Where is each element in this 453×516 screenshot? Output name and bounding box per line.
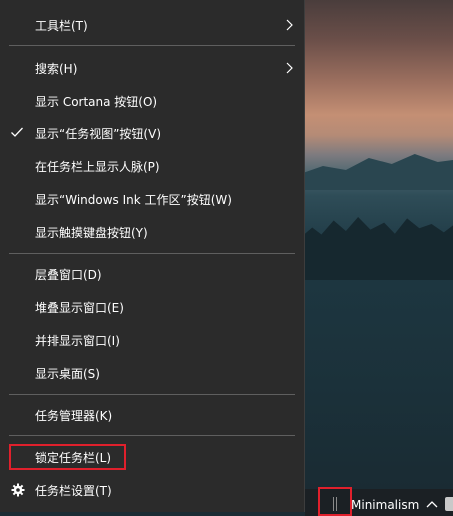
menu-item-show-windows-ink[interactable]: 显示“Windows Ink 工作区”按钮(W) <box>0 183 305 215</box>
menu-item-taskbar-settings[interactable]: 任务栏设置(T) <box>0 474 305 506</box>
wallpaper-lake <box>300 280 453 490</box>
menu-separator <box>9 394 295 395</box>
lock-taskbar-highlight-box <box>9 444 126 470</box>
taskbar-toolbar-label[interactable]: Minimalism <box>351 498 419 512</box>
checkmark-icon <box>11 127 23 137</box>
taskbar-context-menu: 工具栏(T) 搜索(H) 显示 Cortana 按钮(O) 显示“任务视图”按钮… <box>0 0 305 512</box>
taskbar-grip-highlight-box <box>318 487 352 516</box>
menu-item-search[interactable]: 搜索(H) <box>0 52 305 84</box>
menu-item-label: 显示“任务视图”按钮(V) <box>35 126 162 141</box>
menu-item-show-task-view[interactable]: 显示“任务视图”按钮(V) <box>0 117 305 149</box>
menu-item-toolbars[interactable]: 工具栏(T) <box>0 9 305 41</box>
menu-item-show-people[interactable]: 在任务栏上显示人脉(P) <box>0 150 305 182</box>
menu-item-label: 层叠窗口(D) <box>35 267 102 282</box>
chevron-up-icon[interactable] <box>426 500 438 508</box>
gear-icon <box>11 483 25 497</box>
menu-item-cascade-windows[interactable]: 层叠窗口(D) <box>0 258 305 290</box>
tray-icon[interactable] <box>445 497 453 511</box>
menu-item-show-touch-keyboard[interactable]: 显示触摸键盘按钮(Y) <box>0 216 305 248</box>
menu-item-label: 在任务栏上显示人脉(P) <box>35 159 160 174</box>
menu-separator <box>9 253 295 254</box>
menu-item-label: 显示桌面(S) <box>35 366 100 381</box>
menu-separator <box>9 45 295 46</box>
menu-separator <box>9 435 295 436</box>
menu-item-side-by-side-windows[interactable]: 并排显示窗口(I) <box>0 324 305 356</box>
menu-item-show-desktop[interactable]: 显示桌面(S) <box>0 357 305 389</box>
menu-item-label: 任务管理器(K) <box>35 408 113 423</box>
menu-item-label: 搜索(H) <box>35 61 78 76</box>
menu-item-label: 显示“Windows Ink 工作区”按钮(W) <box>35 192 232 207</box>
menu-item-label: 工具栏(T) <box>35 18 88 33</box>
menu-item-stack-windows[interactable]: 堆叠显示窗口(E) <box>0 291 305 323</box>
menu-item-label: 显示 Cortana 按钮(O) <box>35 94 158 109</box>
menu-item-label: 并排显示窗口(I) <box>35 333 120 348</box>
menu-item-task-manager[interactable]: 任务管理器(K) <box>0 399 305 431</box>
menu-item-label: 堆叠显示窗口(E) <box>35 300 124 315</box>
menu-item-label: 任务栏设置(T) <box>35 483 112 498</box>
menu-item-show-cortana[interactable]: 显示 Cortana 按钮(O) <box>0 85 305 117</box>
chevron-right-icon <box>286 19 293 31</box>
menu-item-label: 显示触摸键盘按钮(Y) <box>35 225 148 240</box>
chevron-right-icon <box>286 62 293 74</box>
